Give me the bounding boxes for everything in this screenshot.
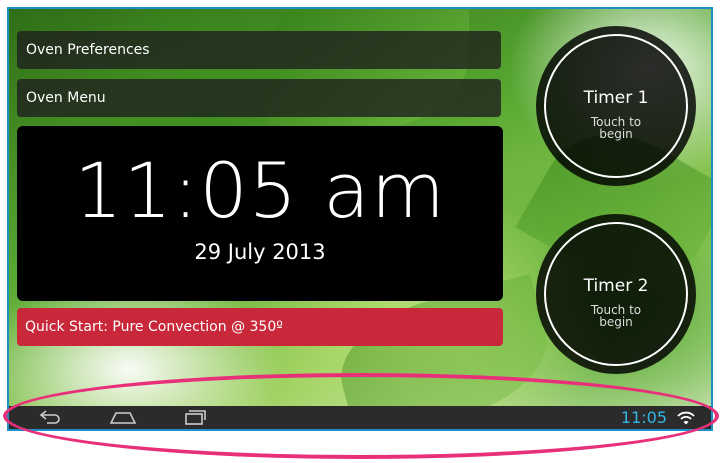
quick-start-button[interactable]: Quick Start: Pure Convection @ 350º [17, 308, 503, 346]
oven-screen: Oven Preferences Oven Menu 11:05 am 29 J… [7, 7, 713, 431]
timer-2-subtitle: Touch to begin [590, 303, 642, 329]
back-icon[interactable] [39, 409, 63, 429]
oven-preferences-button[interactable]: Oven Preferences [17, 31, 501, 69]
timer-2-button[interactable]: Timer 2 Touch to begin [536, 214, 696, 374]
quick-start-label: Quick Start: Pure Convection @ 350º [25, 319, 283, 335]
clock-panel: 11:05 am 29 July 2013 [17, 126, 503, 301]
oven-preferences-label: Oven Preferences [26, 42, 150, 58]
clock-time: 11:05 am [74, 146, 446, 235]
home-icon[interactable] [109, 409, 137, 429]
timer-1-subtitle: Touch to begin [590, 115, 642, 141]
clock-date: 29 July 2013 [194, 240, 326, 264]
timer-1-button[interactable]: Timer 1 Touch to begin [536, 26, 696, 186]
timer-2-title: Timer 2 [583, 276, 649, 296]
wifi-icon [677, 410, 695, 429]
oven-menu-label: Oven Menu [26, 90, 106, 106]
recent-apps-icon[interactable] [183, 409, 207, 429]
system-navigation-bar: 11:05 [9, 406, 711, 429]
oven-menu-button[interactable]: Oven Menu [17, 79, 501, 117]
timer-1-title: Timer 1 [583, 88, 649, 108]
status-bar-clock: 11:05 [620, 408, 667, 427]
